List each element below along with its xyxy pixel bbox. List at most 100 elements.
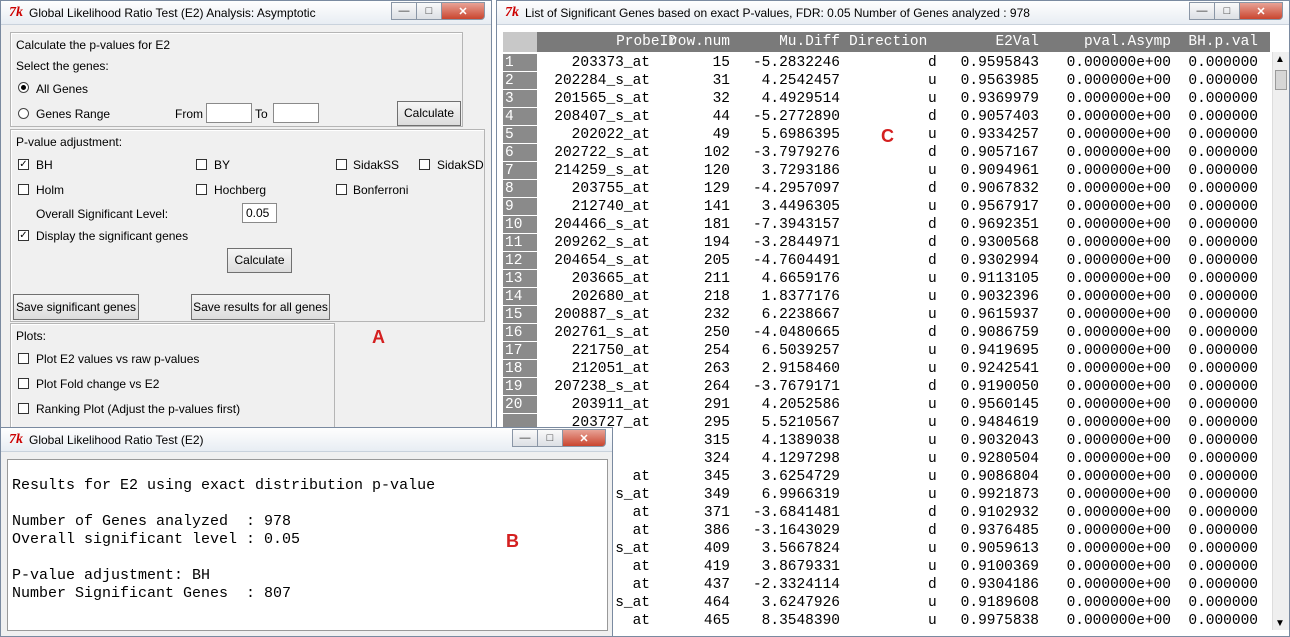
from-input[interactable] [206, 103, 252, 123]
table-cell: 254 [703, 343, 730, 359]
table-cell: 0.9560145 [960, 397, 1039, 413]
table-cell: 0.000000 [1188, 469, 1258, 485]
genes-range-radio[interactable] [18, 108, 29, 119]
table-cell: 315 [703, 433, 730, 449]
to-input[interactable] [273, 103, 319, 123]
sidakss-checkbox[interactable] [336, 159, 347, 170]
table-cell: 120 [703, 163, 730, 179]
scroll-down-arrow[interactable]: ▼ [1275, 618, 1285, 629]
column-header-row-num[interactable]: row.num [669, 32, 730, 52]
save-significant-button[interactable]: Save significant genes [13, 294, 139, 320]
table-cell: 0.000000 [1188, 91, 1258, 107]
table-cell: 0.000000 [1188, 505, 1258, 521]
table-cell: 0.000000 [1188, 379, 1258, 395]
table-cell: 129 [703, 181, 730, 197]
table-cell: -3.7679171 [752, 379, 840, 395]
table-cell: 0.9102932 [960, 505, 1039, 521]
table-cell: 0.9369979 [960, 91, 1039, 107]
sidaksd-label: SidakSD [437, 158, 484, 172]
genes-window-titlebar[interactable]: 7k List of Significant Genes based on ex… [497, 1, 1289, 25]
table-cell: 0.9190050 [960, 379, 1039, 395]
table-cell: 0.000000 [1188, 253, 1258, 269]
all-genes-radio[interactable] [18, 82, 29, 93]
minimize-button[interactable]: — [1189, 2, 1215, 20]
minimize-button[interactable]: — [512, 429, 538, 447]
plot1-label: Plot E2 values vs raw p-values [36, 352, 200, 366]
bonferroni-checkbox[interactable] [336, 184, 347, 195]
tk-app-icon: 7k [505, 4, 519, 20]
table-cell: u [928, 559, 937, 575]
results-line: Overall significant level : 0.05 [12, 531, 301, 548]
calculate-button[interactable]: Calculate [227, 248, 292, 273]
row-number: 11 [503, 234, 537, 252]
bh-checkbox[interactable]: ✓ [18, 159, 29, 170]
by-label: BY [214, 158, 231, 172]
table-cell: 44 [712, 109, 730, 125]
table-cell: 0.9057167 [960, 145, 1039, 161]
table-cell: 221750_at [571, 343, 650, 359]
table-cell: 0.000000 [1188, 73, 1258, 89]
hochberg-checkbox[interactable] [196, 184, 207, 195]
table-cell: 0.000000 [1188, 595, 1258, 611]
maximize-button[interactable]: □ [416, 2, 442, 20]
plot2-checkbox[interactable] [18, 378, 29, 389]
maximize-button[interactable]: □ [537, 429, 563, 447]
plots-label: Plots: [16, 329, 47, 343]
overall-level-label: Overall Significant Level: [36, 207, 169, 221]
table-cell: 181 [703, 217, 730, 233]
table-cell: 0.000000e+00 [1066, 451, 1171, 467]
plot1-checkbox[interactable] [18, 353, 29, 364]
table-cell: 6.5039257 [761, 343, 840, 359]
table-cell: 0.000000 [1188, 217, 1258, 233]
table-cell: s_at [615, 595, 650, 611]
scroll-up-arrow[interactable]: ▲ [1275, 54, 1285, 65]
overall-level-input[interactable]: 0.05 [242, 203, 277, 223]
holm-checkbox[interactable] [18, 184, 29, 195]
column-header-pval-asymp[interactable]: pval.Asymp [1084, 32, 1171, 52]
table-cell: 0.000000e+00 [1066, 505, 1171, 521]
table-cell: u [928, 73, 937, 89]
analysis-window: 7k Global Likelihood Ratio Test (E2) Ana… [0, 0, 492, 431]
column-header-probeid[interactable]: ProbeID [616, 32, 677, 52]
table-cell: d [928, 181, 937, 197]
table-cell: at [632, 613, 650, 629]
column-header-bh-p-val[interactable]: BH.p.val [1188, 32, 1258, 52]
save-all-button[interactable]: Save results for all genes [191, 294, 330, 320]
results-window-titlebar[interactable]: 7k Global Likelihood Ratio Test (E2) — □… [1, 428, 612, 452]
column-header-e2val[interactable]: E2Val [995, 32, 1039, 52]
table-cell: -4.0480665 [752, 325, 840, 341]
minimize-button[interactable]: — [391, 2, 417, 20]
table-cell: 4.6659176 [761, 271, 840, 287]
column-header-direction[interactable]: Direction [849, 32, 927, 52]
table-cell: -3.6841481 [752, 505, 840, 521]
table-cell: 0.000000e+00 [1066, 235, 1171, 251]
close-button[interactable]: ✕ [562, 429, 606, 447]
close-button[interactable]: ✕ [1239, 2, 1283, 20]
maximize-button[interactable]: □ [1214, 2, 1240, 20]
table-cell: 202022_at [571, 127, 650, 143]
results-line: P-value adjustment: BH [12, 567, 211, 584]
table-cell: 3.8679331 [761, 559, 840, 575]
table-cell: 201565_s_at [554, 91, 650, 107]
analysis-window-titlebar[interactable]: 7k Global Likelihood Ratio Test (E2) Ana… [1, 1, 491, 25]
calculate-range-button[interactable]: Calculate [397, 101, 461, 126]
table-cell: -2.3324114 [752, 577, 840, 593]
table-cell: 212051_at [571, 361, 650, 377]
to-label: To [255, 107, 268, 121]
display-sig-checkbox[interactable]: ✓ [18, 230, 29, 241]
column-header-mu-diff[interactable]: Mu.Diff [779, 32, 840, 52]
table-cell: 0.000000 [1188, 181, 1258, 197]
table-cell: 4.4929514 [761, 91, 840, 107]
table-cell: -3.1643029 [752, 523, 840, 539]
table-cell: 141 [703, 199, 730, 215]
scroll-thumb[interactable] [1275, 70, 1287, 90]
table-cell: 0.000000 [1188, 613, 1258, 629]
sidaksd-checkbox[interactable] [419, 159, 430, 170]
vertical-scrollbar[interactable]: ▲ ▼ [1272, 52, 1289, 630]
by-checkbox[interactable] [196, 159, 207, 170]
plot3-checkbox[interactable] [18, 403, 29, 414]
table-cell: 0.000000 [1188, 397, 1258, 413]
tk-app-icon: 7k [9, 4, 23, 20]
table-cell: 349 [703, 487, 730, 503]
close-button[interactable]: ✕ [441, 2, 485, 20]
